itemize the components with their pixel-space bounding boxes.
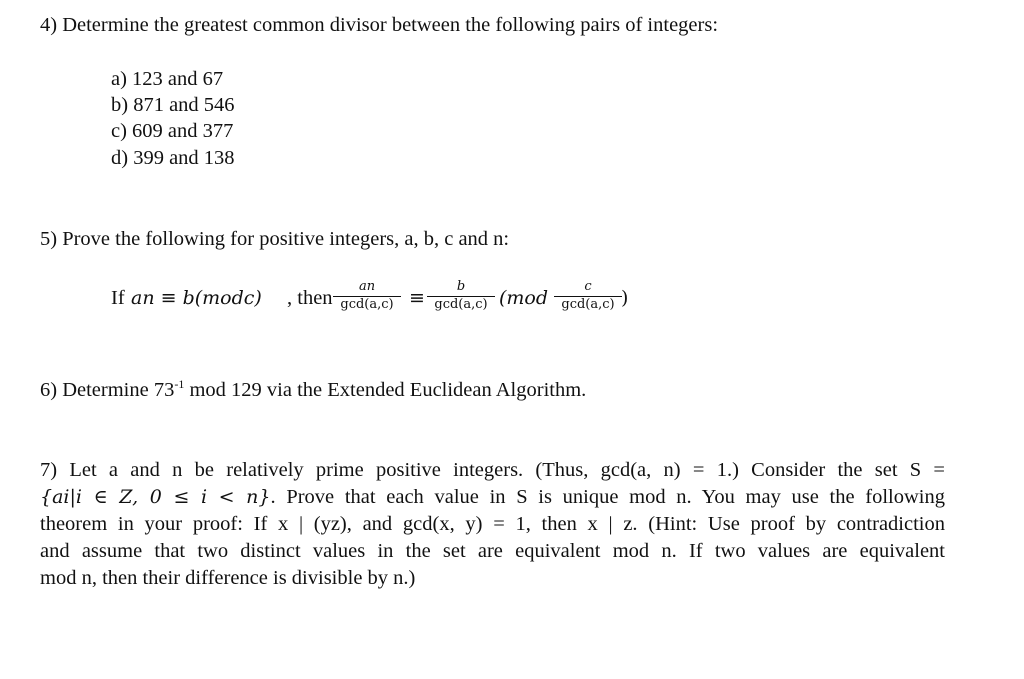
fraction-c-over-gcd: c gcd(a,c) bbox=[554, 280, 622, 312]
question-7-line-3: theorem in your proof: If x | (yz), and … bbox=[40, 513, 945, 535]
question-4-item-a: a) 123 and 67 bbox=[111, 68, 224, 90]
question-4-item-b: b) 871 and 546 bbox=[111, 94, 235, 116]
fraction-denominator: gcd(a,c) bbox=[561, 297, 615, 312]
formula-lhs: an ≡ b(modc) bbox=[131, 287, 262, 309]
question-6-exponent: -1 bbox=[174, 377, 185, 391]
formula-equiv: ≡ bbox=[409, 287, 425, 309]
question-5-prompt: 5) Prove the following for positive inte… bbox=[40, 228, 510, 250]
question-4-item-d: d) 399 and 138 bbox=[111, 147, 235, 169]
formula-mod-close: ) bbox=[621, 287, 629, 309]
question-7-paragraph: 7) Let a and n be relatively prime posit… bbox=[40, 457, 945, 592]
question-7-line-2: {ai|i ∈ Z, 0 ≤ i < n}. Prove that each v… bbox=[40, 484, 945, 511]
question-7-line-2-text: . Prove that each value in S is unique m… bbox=[270, 486, 945, 508]
fraction-an-over-gcd: an gcd(a,c) bbox=[333, 280, 401, 312]
formula-mod-open: (mod bbox=[499, 287, 549, 309]
question-5-formula: If an ≡ b(modc) , then an gcd(a,c) ≡ b g… bbox=[111, 278, 651, 328]
question-7-line-5: mod n, then their difference is divisibl… bbox=[40, 567, 416, 589]
fraction-denominator: gcd(a,c) bbox=[434, 297, 488, 312]
question-6-suffix: mod 129 via the Extended Euclidean Algor… bbox=[184, 379, 587, 401]
question-6-prompt: 6) Determine 73-1 mod 129 via the Extend… bbox=[40, 377, 586, 402]
question-4-prompt: 4) Determine the greatest common divisor… bbox=[40, 14, 719, 36]
formula-then: , then bbox=[287, 287, 333, 309]
question-7-set-notation: {ai|i ∈ Z, 0 ≤ i < n} bbox=[40, 486, 271, 508]
fraction-b-over-gcd: b gcd(a,c) bbox=[427, 280, 495, 312]
question-7-line-1: 7) Let a and n be relatively prime posit… bbox=[40, 459, 945, 481]
fraction-numerator: c bbox=[584, 279, 592, 294]
question-7-line-4: and assume that two distinct values in t… bbox=[40, 540, 945, 562]
formula-if: If bbox=[111, 287, 125, 309]
question-6-prefix: 6) Determine 73 bbox=[40, 379, 175, 401]
fraction-denominator: gcd(a,c) bbox=[340, 297, 394, 312]
fraction-numerator: b bbox=[456, 279, 466, 294]
fraction-numerator: an bbox=[358, 279, 376, 294]
question-4-item-c: c) 609 and 377 bbox=[111, 120, 234, 142]
